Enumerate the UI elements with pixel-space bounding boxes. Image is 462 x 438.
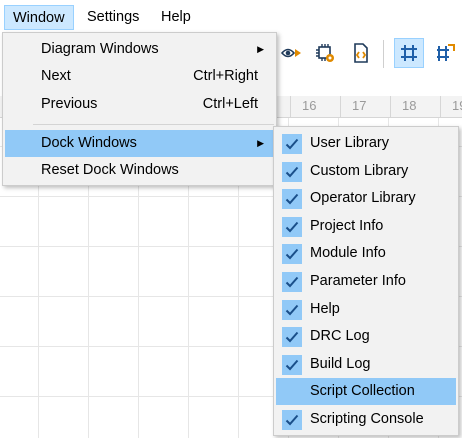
submenu-item[interactable]: Project Info: [276, 213, 456, 240]
checkmark-icon: [282, 410, 302, 430]
submenu-item-label: Custom Library: [310, 162, 409, 179]
chip-settings-icon[interactable]: [310, 38, 340, 68]
menu-settings[interactable]: Settings: [79, 5, 147, 30]
checkmark-icon: [282, 244, 302, 265]
toolbar-separator: [383, 40, 384, 68]
menu-item-reset-dock-windows[interactable]: Reset Dock Windows: [5, 157, 274, 184]
submenu-item[interactable]: Module Info: [276, 240, 456, 267]
submenu-item-label: Project Info: [310, 217, 384, 234]
submenu-item[interactable]: Scripting Console: [276, 406, 456, 433]
ruler-tick: 16: [302, 98, 317, 113]
checkmark-icon: [282, 354, 302, 375]
submenu-item-label: Help: [310, 300, 340, 317]
snap-grid-icon[interactable]: [430, 38, 460, 68]
shortcut-text: Ctrl+Left: [202, 96, 258, 112]
script-file-icon[interactable]: [346, 38, 376, 68]
checkmark-icon: [282, 189, 302, 210]
checkmark-icon: [282, 327, 302, 348]
checkmark-icon: [282, 216, 302, 237]
checkmark-icon: [282, 134, 302, 154]
ruler-tick: 18: [402, 98, 417, 113]
submenu-item[interactable]: Parameter Info: [276, 268, 456, 295]
chevron-right-icon: ▶: [257, 44, 264, 54]
submenu-item-label: Operator Library: [310, 190, 416, 207]
grid-toggle-icon[interactable]: [394, 38, 424, 68]
menu-item-previous[interactable]: Previous Ctrl+Left: [5, 91, 274, 118]
submenu-item[interactable]: Help: [276, 296, 456, 323]
menu-item-dock-windows[interactable]: Dock Windows ▶: [5, 130, 274, 157]
checkmark-icon: [282, 161, 302, 182]
shortcut-text: Ctrl+Right: [193, 68, 258, 84]
checkmark-icon: [282, 299, 302, 320]
eye-run-icon[interactable]: [276, 38, 306, 68]
submenu-item-label: Build Log: [310, 355, 371, 372]
window-menu: Diagram Windows ▶ Next Ctrl+Right Previo…: [2, 32, 277, 186]
submenu-item[interactable]: Custom Library: [276, 158, 456, 185]
submenu-item[interactable]: DRC Log: [276, 323, 456, 350]
submenu-item[interactable]: Script Collection: [276, 378, 456, 406]
menu-bar: Window Settings Help: [0, 0, 462, 34]
submenu-item[interactable]: Build Log: [276, 351, 456, 378]
menu-help[interactable]: Help: [153, 5, 199, 30]
submenu-item-label: Scripting Console: [310, 411, 424, 427]
dock-windows-submenu: User Library Custom Library Operator Libra…: [273, 126, 459, 436]
submenu-item-label: User Library: [310, 135, 389, 151]
submenu-item[interactable]: User Library: [276, 130, 456, 157]
submenu-item[interactable]: Operator Library: [276, 185, 456, 212]
ruler-tick: 19: [452, 98, 462, 113]
menu-item-next[interactable]: Next Ctrl+Right: [5, 63, 274, 90]
submenu-item-label: Script Collection: [310, 383, 415, 400]
menu-separator: [33, 124, 274, 125]
submenu-item-label: Parameter Info: [310, 273, 406, 289]
checkmark-icon: [282, 272, 302, 292]
menu-window[interactable]: Window: [4, 5, 74, 30]
menu-item-diagram-windows[interactable]: Diagram Windows ▶: [5, 36, 274, 63]
chevron-right-icon: ▶: [257, 138, 264, 148]
ruler-tick: 17: [352, 98, 367, 113]
submenu-item-label: Module Info: [310, 245, 386, 262]
submenu-item-label: DRC Log: [310, 328, 370, 345]
